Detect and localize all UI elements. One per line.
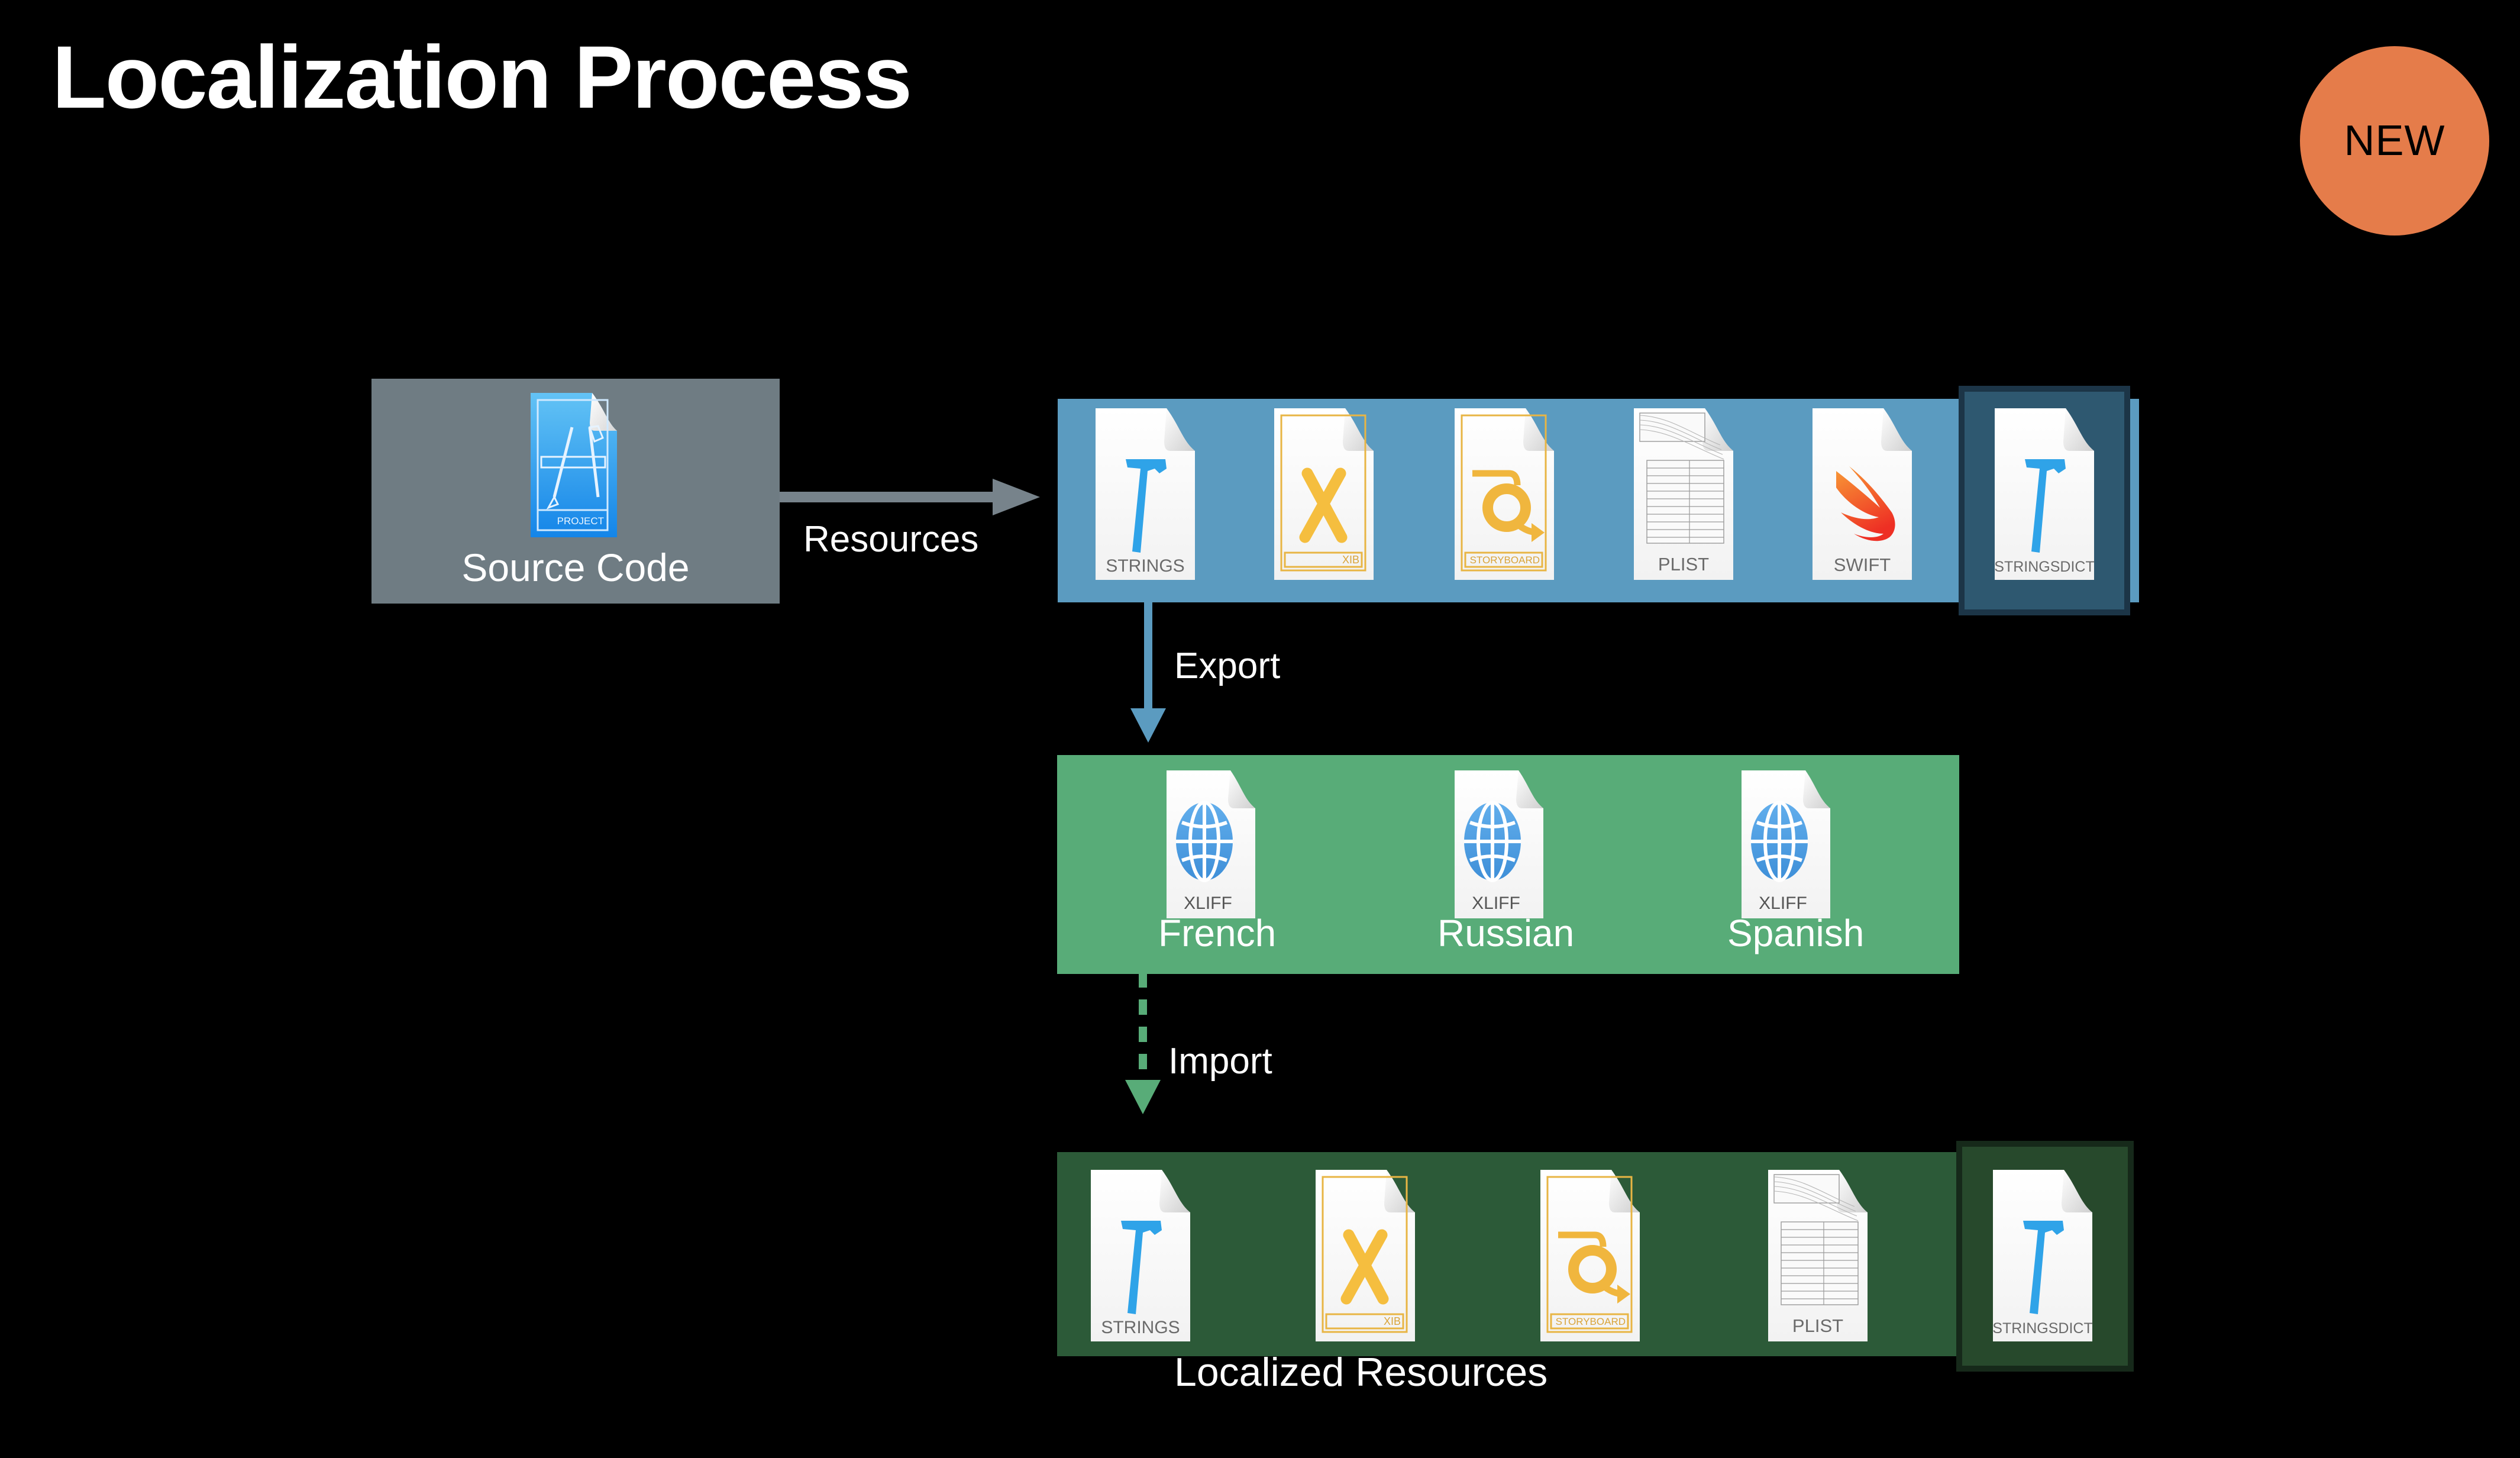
resource-file-item[interactable]: STRINGS [1093, 407, 1203, 585]
resource-file-label: XIB [1342, 554, 1359, 566]
xcode-project-file-icon: PROJECT [528, 392, 623, 543]
resource-file-item[interactable]: SWIFT [1810, 407, 1920, 585]
resources-connector-label: Resources [803, 519, 979, 560]
localized-file-label: STORYBOARD [1556, 1316, 1626, 1327]
import-connector-label: Import [1168, 1041, 1272, 1082]
xliff-language-label: French [1158, 912, 1277, 954]
resource-file-item[interactable]: PLIST [1631, 407, 1741, 585]
xliff-file-label: XLIFF [1759, 893, 1807, 913]
status-badge-label: NEW [2344, 117, 2445, 164]
localized-file-item[interactable]: STRINGSDICT [1991, 1169, 2100, 1346]
source-code-label: Source Code [461, 546, 690, 589]
xliff-file-item[interactable]: XLIFF [1164, 769, 1262, 923]
xliff-file-label: XLIFF [1184, 893, 1232, 913]
resource-file-item[interactable]: XIB [1272, 407, 1381, 585]
localized-file-item[interactable]: STORYBOARD [1538, 1169, 1647, 1346]
xcode-project-badge-text: PROJECT [557, 515, 604, 527]
xliff-language-label: Spanish [1727, 912, 1865, 954]
localized-file-label: PLIST [1792, 1315, 1843, 1336]
xliff-file-item[interactable]: XLIFF [1739, 769, 1837, 923]
resource-file-label: STRINGS [1106, 556, 1184, 576]
xliff-file-label: XLIFF [1472, 893, 1520, 913]
resource-file-label: STORYBOARD [1470, 554, 1540, 566]
source-code-box: PROJECT Source Code [371, 379, 780, 604]
localized-file-label: STRINGSDICT [1992, 1320, 2092, 1337]
localized-resources-caption: Localized Resources [1174, 1350, 1548, 1395]
localized-file-item[interactable]: XIB [1313, 1169, 1423, 1346]
page-title: Localization Process [52, 27, 912, 127]
localized-file-item[interactable]: STRINGS [1088, 1169, 1198, 1346]
resource-file-label: PLIST [1658, 554, 1709, 575]
xliff-language-label: Russian [1437, 912, 1575, 954]
resource-file-label: STRINGSDICT [1994, 559, 2094, 575]
localized-file-item[interactable]: PLIST [1766, 1169, 1875, 1346]
xliff-file-item[interactable]: XLIFF [1452, 769, 1550, 923]
localized-file-label: STRINGS [1101, 1318, 1180, 1337]
resource-file-item[interactable]: STRINGSDICT [1992, 407, 2102, 585]
resource-file-label: SWIFT [1834, 554, 1891, 575]
localized-file-label: XIB [1384, 1315, 1401, 1327]
resource-file-item[interactable]: STORYBOARD [1452, 407, 1562, 585]
export-connector-label: Export [1174, 646, 1281, 686]
status-badge: NEW [2300, 46, 2489, 236]
